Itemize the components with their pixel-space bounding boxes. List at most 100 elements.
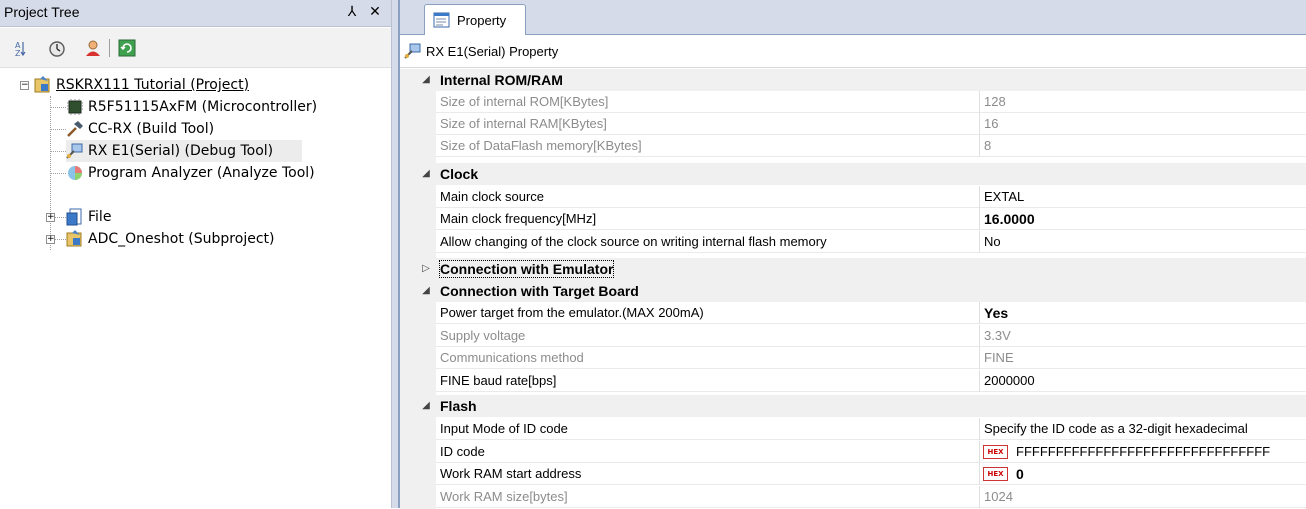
- debugger-icon: [66, 142, 84, 160]
- column-divider: [979, 370, 980, 392]
- property-row[interactable]: Size of internal RAM[KBytes] 16: [436, 113, 1306, 135]
- file-folder-icon: [66, 208, 84, 226]
- collapse-triangle-icon[interactable]: ◢: [420, 72, 432, 88]
- column-divider: [979, 208, 980, 230]
- property-row[interactable]: FINE baud rate[bps] 2000000: [436, 370, 1306, 392]
- property-row[interactable]: Work RAM start address HEX 0: [436, 463, 1306, 485]
- category-flash[interactable]: ◢ Flash: [400, 395, 1306, 417]
- property-value[interactable]: Specify the ID code as a 32-digit hexade…: [984, 421, 1248, 436]
- column-divider: [979, 231, 980, 253]
- property-row[interactable]: ID code HEX FFFFFFFFFFFFFFFFFFFFFFFFFFFF…: [436, 441, 1306, 463]
- expand-triangle-icon[interactable]: ▷: [420, 261, 432, 277]
- property-grid: ◢ Internal ROM/RAM Size of internal ROM[…: [400, 69, 1306, 509]
- property-value[interactable]: Yes: [984, 305, 1008, 321]
- tab-property[interactable]: Property: [424, 4, 526, 35]
- property-value[interactable]: EXTAL: [984, 189, 1024, 204]
- column-divider: [979, 113, 980, 135]
- refresh-icon[interactable]: [118, 39, 136, 57]
- category-connection-with-target-board[interactable]: ◢ Connection with Target Board: [400, 280, 1306, 302]
- property-name: Main clock source: [440, 189, 545, 204]
- property-value: FINE: [984, 350, 1014, 365]
- svg-text:Z: Z: [15, 49, 21, 57]
- tree-item-subproject[interactable]: + ADC_Oneshot (Subproject): [46, 228, 346, 250]
- property-value[interactable]: 0: [1016, 466, 1024, 482]
- property-name: Work RAM size[bytes]: [440, 489, 568, 504]
- property-value[interactable]: No: [984, 234, 1001, 249]
- sort-icon[interactable]: A Z: [12, 39, 30, 58]
- tree-item-debug-tool[interactable]: RX E1(Serial) (Debug Tool): [66, 140, 302, 162]
- tree-item-label: CC-RX (Build Tool): [88, 121, 215, 137]
- property-row[interactable]: Main clock frequency[MHz] 16.0000: [436, 208, 1306, 230]
- property-name: Size of DataFlash memory[KBytes]: [440, 138, 642, 153]
- hex-badge-icon: HEX: [983, 467, 1008, 481]
- collapse-triangle-icon[interactable]: ◢: [420, 398, 432, 414]
- pane-splitter[interactable]: [391, 0, 400, 508]
- column-divider: [979, 418, 980, 440]
- category-label: Connection with Target Board: [440, 283, 639, 299]
- timer-icon[interactable]: [48, 39, 66, 57]
- project-tree: − RSKRX111 Tutorial (Project) R5F51115Ax…: [0, 74, 391, 274]
- category-label: Clock: [440, 166, 479, 182]
- property-row[interactable]: Power target from the emulator.(MAX 200m…: [436, 302, 1306, 324]
- property-sheet-icon: [433, 11, 451, 29]
- tree-item-build-tool[interactable]: CC-RX (Build Tool): [66, 118, 366, 140]
- project-tree-title-bar: Project Tree ⅄ ✕: [0, 0, 391, 27]
- tree-item-label: File: [88, 209, 112, 225]
- pin-icon[interactable]: ⅄: [343, 3, 361, 21]
- tree-connector: [50, 173, 66, 174]
- close-icon[interactable]: ✕: [366, 3, 384, 21]
- tree-item-program-analyzer[interactable]: Program Analyzer (Analyze Tool): [66, 162, 366, 184]
- property-name: ID code: [440, 444, 485, 459]
- category-internal-rom-ram[interactable]: ◢ Internal ROM/RAM: [400, 69, 1306, 91]
- property-name: Supply voltage: [440, 328, 526, 343]
- property-row[interactable]: Main clock source EXTAL: [436, 186, 1306, 208]
- column-divider: [979, 325, 980, 347]
- analyzer-icon: [66, 164, 84, 182]
- tree-item-microcontroller[interactable]: R5F51115AxFM (Microcontroller): [66, 96, 366, 118]
- property-row[interactable]: Input Mode of ID code Specify the ID cod…: [436, 418, 1306, 440]
- property-row[interactable]: Size of internal ROM[KBytes] 128: [436, 91, 1306, 113]
- tree-item-label: ADC_Oneshot (Subproject): [88, 231, 275, 247]
- collapse-triangle-icon[interactable]: ◢: [420, 166, 432, 182]
- project-tree-panel: Project Tree ⅄ ✕ A Z − RSKRX111 Tutorial…: [0, 0, 391, 508]
- column-divider: [979, 91, 980, 113]
- property-name: Size of internal ROM[KBytes]: [440, 94, 609, 109]
- property-value: 1024: [984, 489, 1013, 504]
- category-clock[interactable]: ◢ Clock: [400, 163, 1306, 185]
- expand-toggle[interactable]: +: [46, 235, 55, 244]
- property-header-title: RX E1(Serial) Property: [426, 44, 559, 59]
- property-value[interactable]: FFFFFFFFFFFFFFFFFFFFFFFFFFFFFFFF: [1016, 444, 1270, 459]
- property-name: Input Mode of ID code: [440, 421, 568, 436]
- collapse-triangle-icon[interactable]: ◢: [420, 283, 432, 299]
- property-row[interactable]: Communications method FINE: [436, 347, 1306, 369]
- column-divider: [979, 135, 980, 157]
- collapse-toggle[interactable]: −: [20, 81, 29, 90]
- tree-item-label: R5F51115AxFM (Microcontroller): [88, 99, 318, 115]
- tab-label: Property: [457, 13, 507, 28]
- hex-badge-icon: HEX: [983, 445, 1008, 459]
- tree-item-label: RSKRX111 Tutorial (Project): [56, 77, 250, 93]
- property-row[interactable]: Size of DataFlash memory[KBytes] 8: [436, 135, 1306, 157]
- property-panel: Property RX E1(Serial) Property ◢ Intern…: [400, 0, 1306, 509]
- tree-item-file[interactable]: + File: [46, 206, 346, 228]
- property-row[interactable]: Work RAM size[bytes] 1024: [436, 486, 1306, 508]
- column-divider: [979, 486, 980, 508]
- category-label: Connection with Emulator: [438, 260, 615, 278]
- tree-item-label: RX E1(Serial) (Debug Tool): [88, 143, 274, 159]
- column-divider: [979, 302, 980, 324]
- property-value: 3.3V: [984, 328, 1011, 343]
- user-icon[interactable]: [84, 39, 102, 57]
- property-value[interactable]: 16.0000: [984, 211, 1035, 227]
- property-name: Communications method: [440, 350, 584, 365]
- property-row[interactable]: Supply voltage 3.3V: [436, 325, 1306, 347]
- expand-toggle[interactable]: +: [46, 213, 55, 222]
- property-row[interactable]: Allow changing of the clock source on wr…: [436, 231, 1306, 253]
- debugger-icon: [404, 42, 422, 60]
- tree-item-project[interactable]: − RSKRX111 Tutorial (Project): [20, 74, 320, 96]
- property-value[interactable]: 2000000: [984, 373, 1035, 388]
- tree-connector: [50, 151, 66, 152]
- property-value: 16: [984, 116, 999, 131]
- tree-item-label: Program Analyzer (Analyze Tool): [88, 165, 315, 181]
- property-value: 128: [984, 94, 1006, 109]
- category-connection-with-emulator[interactable]: ▷ Connection with Emulator: [400, 258, 1306, 280]
